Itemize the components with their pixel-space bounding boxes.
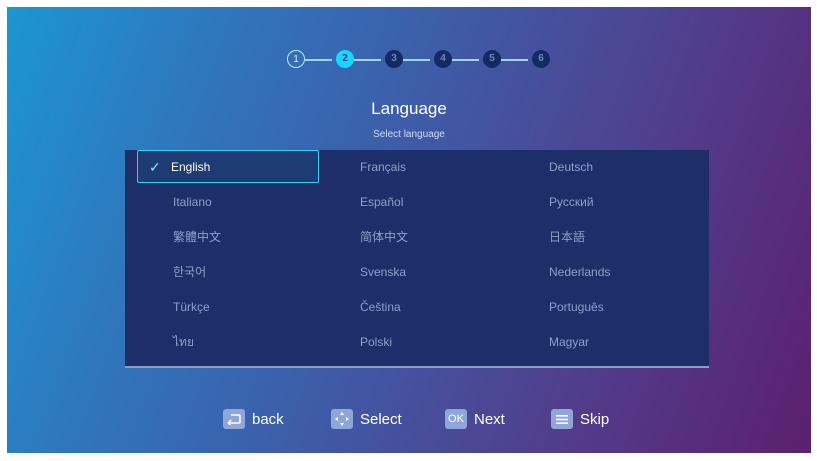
back-label: back bbox=[252, 410, 284, 428]
language-option-deutsch[interactable]: Deutsch bbox=[514, 151, 696, 184]
checkmark-icon: ✓ bbox=[149, 159, 161, 175]
language-option-thai[interactable]: ไทย bbox=[138, 326, 320, 359]
language-option-english[interactable]: ✓ English bbox=[137, 150, 319, 183]
language-option-polski[interactable]: Polski bbox=[325, 326, 507, 359]
step-connector bbox=[305, 59, 332, 61]
language-option-magyar[interactable]: Magyar bbox=[514, 326, 696, 359]
language-option-francais[interactable]: Français bbox=[325, 151, 507, 184]
page-subtitle: Select language bbox=[373, 129, 445, 140]
step-6: 6 bbox=[532, 50, 550, 68]
step-connector bbox=[354, 59, 381, 61]
step-connector bbox=[403, 59, 430, 61]
language-option-cestina[interactable]: Čeština bbox=[325, 291, 507, 324]
step-connector bbox=[501, 59, 528, 61]
language-option-italiano[interactable]: Italiano bbox=[138, 186, 320, 219]
step-4: 4 bbox=[434, 50, 452, 68]
step-connector bbox=[452, 59, 479, 61]
next-button[interactable]: OK Next bbox=[445, 404, 505, 434]
language-option-espanol[interactable]: Español bbox=[325, 186, 507, 219]
page-title: Language bbox=[371, 99, 447, 118]
setup-screen: 1 2 3 4 5 6 Language Select language ✓ E… bbox=[7, 7, 811, 453]
next-label: Next bbox=[474, 410, 505, 428]
skip-label: Skip bbox=[580, 410, 610, 428]
menu-icon bbox=[551, 409, 573, 429]
language-option-japanese[interactable]: 日本語 bbox=[514, 221, 696, 254]
language-option-korean[interactable]: 한국어 bbox=[138, 256, 320, 289]
language-option-traditional-chinese[interactable]: 繁體中文 bbox=[138, 221, 320, 254]
language-label: English bbox=[171, 160, 211, 174]
select-button[interactable]: Select bbox=[331, 404, 402, 434]
step-5: 5 bbox=[483, 50, 501, 68]
language-option-russian[interactable]: Русский bbox=[514, 186, 696, 219]
select-label: Select bbox=[360, 410, 402, 428]
footer-hints: back Select OK Next Skip bbox=[7, 404, 811, 434]
ok-key-icon: OK bbox=[445, 409, 467, 429]
language-option-simplified-chinese[interactable]: 简体中文 bbox=[325, 221, 507, 254]
step-2: 2 bbox=[336, 50, 354, 68]
language-grid: ✓ English Français Deutsch Italiano Espa… bbox=[125, 150, 709, 368]
setup-stepper: 1 2 3 4 5 6 bbox=[287, 50, 557, 70]
language-option-nederlands[interactable]: Nederlands bbox=[514, 256, 696, 289]
step-1: 1 bbox=[287, 50, 305, 68]
language-option-svenska[interactable]: Svenska bbox=[325, 256, 507, 289]
skip-button[interactable]: Skip bbox=[551, 404, 609, 434]
step-3: 3 bbox=[385, 50, 403, 68]
dpad-icon bbox=[331, 409, 353, 429]
language-option-portugues[interactable]: Português bbox=[514, 291, 696, 324]
back-button[interactable]: back bbox=[223, 404, 284, 434]
back-icon bbox=[223, 409, 245, 429]
language-option-turkce[interactable]: Türkçe bbox=[138, 291, 320, 324]
